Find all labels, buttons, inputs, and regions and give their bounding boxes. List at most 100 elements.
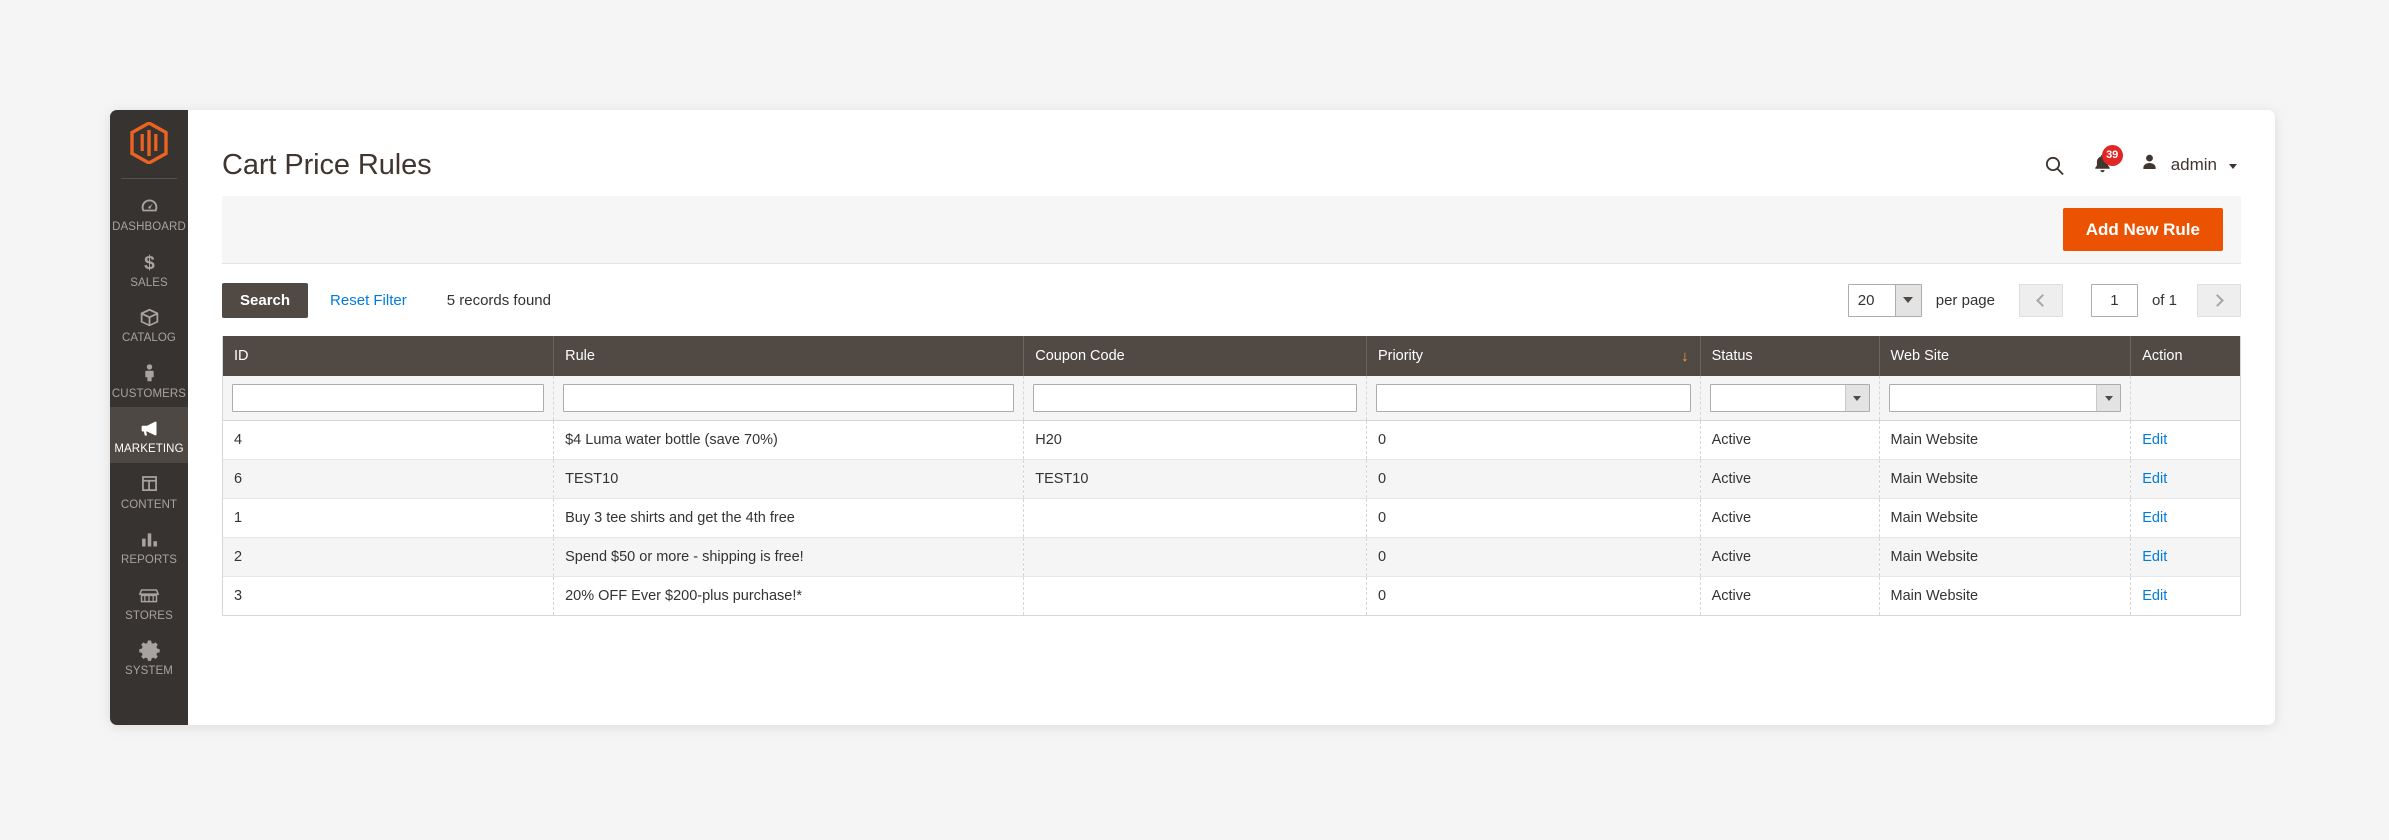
- svg-text:$: $: [144, 253, 155, 273]
- admin-sidebar: DASHBOARD $ SALES CATALOG CUSTOMERS MARK…: [110, 110, 188, 725]
- sidebar-item-label: MARKETING: [114, 443, 184, 455]
- person-icon: [139, 361, 160, 385]
- cell-rule: 20% OFF Ever $200-plus purchase!*: [553, 576, 1025, 615]
- cell-status: Active: [1700, 420, 1880, 460]
- filter-cell-web-site: [1879, 376, 2132, 421]
- edit-link[interactable]: Edit: [2142, 588, 2167, 604]
- table-row[interactable]: 4 $4 Luma water bottle (save 70%) H20 0 …: [223, 420, 2240, 460]
- column-header-status[interactable]: Status: [1700, 336, 1880, 376]
- column-header-rule[interactable]: Rule: [553, 336, 1025, 376]
- cell-id: 6: [223, 459, 555, 499]
- sidebar-item-sales[interactable]: $ SALES: [110, 241, 188, 297]
- filter-select-web-site[interactable]: [1888, 384, 2122, 412]
- table-row[interactable]: 3 20% OFF Ever $200-plus purchase!* 0 Ac…: [223, 576, 2240, 615]
- storefront-icon: [138, 583, 160, 607]
- sidebar-item-label: SALES: [130, 276, 168, 289]
- cell-status: Active: [1700, 459, 1880, 499]
- notifications-button[interactable]: 39: [2092, 144, 2123, 179]
- column-header-priority[interactable]: Priority ↓: [1366, 336, 1701, 376]
- cell-priority: 0: [1366, 537, 1701, 577]
- filter-select-status[interactable]: [1709, 384, 1870, 412]
- edit-link[interactable]: Edit: [2142, 432, 2167, 448]
- filter-input-rule[interactable]: [563, 384, 1015, 412]
- dashboard-gauge-icon: [139, 194, 160, 218]
- cell-web-site: Main Website: [1879, 498, 2132, 538]
- sidebar-item-dashboard[interactable]: DASHBOARD: [110, 185, 188, 241]
- filter-input-priority[interactable]: [1375, 384, 1691, 412]
- add-new-rule-button[interactable]: Add New Rule: [2062, 208, 2223, 251]
- column-label: ID: [234, 348, 249, 364]
- cell-action: Edit: [2130, 420, 2240, 460]
- column-header-coupon-code[interactable]: Coupon Code: [1023, 336, 1367, 376]
- page-number-input[interactable]: [2090, 283, 2138, 317]
- cell-web-site: Main Website: [1879, 576, 2132, 615]
- filter-select-status-value: [1710, 385, 1845, 411]
- admin-user-menu[interactable]: admin: [2139, 152, 2237, 178]
- sidebar-item-marketing[interactable]: MARKETING: [110, 407, 188, 463]
- table-row[interactable]: 1 Buy 3 tee shirts and get the 4th free …: [223, 498, 2240, 538]
- grid-filter-row: [223, 376, 2240, 421]
- filter-cell-rule: [553, 376, 1025, 421]
- cell-action: Edit: [2130, 498, 2240, 538]
- sidebar-item-customers[interactable]: CUSTOMERS: [110, 352, 188, 408]
- cell-rule: TEST10: [553, 459, 1025, 499]
- main-content: Cart Price Rules 39 admin Add New Rule S…: [188, 110, 2275, 725]
- column-header-id[interactable]: ID: [223, 336, 555, 376]
- dollar-sign-icon: $: [139, 250, 160, 274]
- box-icon: [139, 305, 160, 329]
- sidebar-item-stores[interactable]: STORES: [110, 574, 188, 630]
- sidebar-item-reports[interactable]: REPORTS: [110, 518, 188, 574]
- grid-toolbar-left: Search Reset Filter 5 records found: [222, 282, 551, 318]
- cell-coupon-code: TEST10: [1023, 459, 1367, 499]
- reset-filter-link[interactable]: Reset Filter: [330, 292, 407, 309]
- cell-web-site: Main Website: [1879, 420, 2132, 460]
- chevron-down-icon[interactable]: [1894, 284, 1921, 316]
- sidebar-item-catalog[interactable]: CATALOG: [110, 296, 188, 352]
- search-icon[interactable]: [2043, 154, 2066, 177]
- magento-logo-icon: [130, 122, 168, 164]
- sidebar-item-content[interactable]: CONTENT: [110, 463, 188, 519]
- chevron-right-icon: [2211, 293, 2224, 307]
- edit-link[interactable]: Edit: [2142, 510, 2167, 526]
- per-page-select[interactable]: 20: [1847, 283, 1922, 317]
- edit-link[interactable]: Edit: [2142, 471, 2167, 487]
- cell-id: 2: [223, 537, 555, 577]
- filter-cell-id: [223, 376, 555, 421]
- column-label: Rule: [565, 348, 595, 364]
- gear-icon: [138, 638, 161, 662]
- grid-header-row: ID Rule Coupon Code Priority ↓ Status We…: [223, 336, 2240, 376]
- edit-link[interactable]: Edit: [2142, 549, 2167, 565]
- filter-input-coupon-code[interactable]: [1033, 384, 1357, 412]
- records-found-label: 5 records found: [446, 291, 551, 309]
- page-title: Cart Price Rules: [222, 148, 432, 181]
- sort-descending-icon: ↓: [1681, 347, 1689, 365]
- header-actions: 39 admin: [2043, 144, 2237, 179]
- cell-coupon-code: [1023, 498, 1367, 538]
- sidebar-item-label: DASHBOARD: [112, 221, 186, 233]
- filter-cell-status: [1700, 376, 1880, 421]
- column-header-web-site[interactable]: Web Site: [1879, 336, 2132, 376]
- previous-page-button[interactable]: [2018, 283, 2063, 317]
- search-button[interactable]: Search: [222, 282, 309, 318]
- admin-user-name: admin: [2170, 155, 2217, 174]
- column-label: Priority: [1377, 348, 1424, 364]
- per-page-value: 20: [1848, 284, 1895, 316]
- admin-window: DASHBOARD $ SALES CATALOG CUSTOMERS MARK…: [110, 110, 2275, 725]
- filter-input-id[interactable]: [232, 384, 545, 412]
- next-page-button[interactable]: [2197, 283, 2241, 317]
- table-row[interactable]: 6 TEST10 TEST10 0 Active Main Website Ed…: [223, 459, 2240, 499]
- grid-table: ID Rule Coupon Code Priority ↓ Status We…: [223, 336, 2240, 615]
- cart-price-rules-grid: ID Rule Coupon Code Priority ↓ Status We…: [222, 336, 2241, 616]
- cell-status: Active: [1700, 498, 1880, 538]
- table-row[interactable]: 2 Spend $50 or more - shipping is free! …: [223, 537, 2240, 577]
- user-avatar-icon: [2139, 152, 2160, 178]
- sidebar-item-system[interactable]: SYSTEM: [110, 629, 188, 678]
- megaphone-icon: [138, 416, 161, 440]
- cell-action: Edit: [2130, 459, 2240, 499]
- magento-logo[interactable]: [110, 110, 188, 176]
- sidebar-item-label: CUSTOMERS: [111, 387, 187, 400]
- grid-head: ID Rule Coupon Code Priority ↓ Status We…: [223, 336, 2240, 376]
- filter-cell-action: [2130, 376, 2240, 421]
- sidebar-item-label: SYSTEM: [125, 665, 173, 677]
- cell-status: Active: [1700, 576, 1880, 615]
